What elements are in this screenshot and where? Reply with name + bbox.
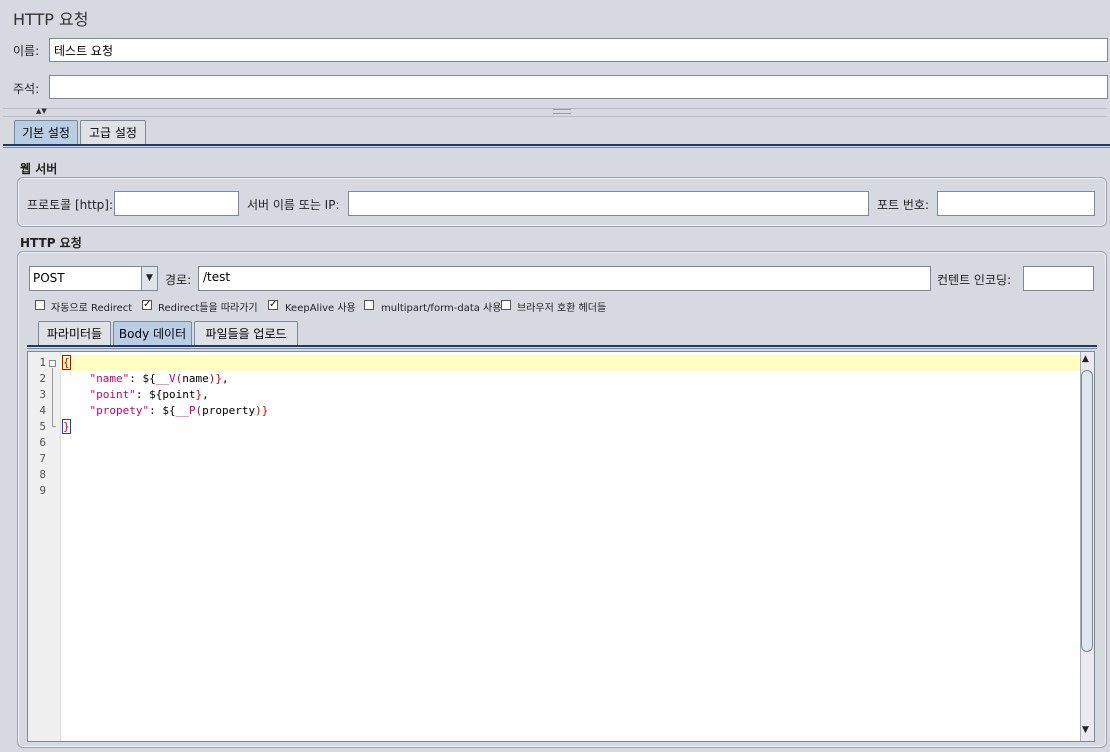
body-data-editor[interactable]: 1 2 3 4 5 6 7 8 9 { "name": ${__V(name)}…: [27, 351, 1095, 742]
path-input[interactable]: /test: [198, 266, 931, 291]
browser-headers-checkbox[interactable]: [501, 300, 511, 310]
fold-collapse-icon[interactable]: [49, 360, 56, 367]
web-server-title: 웹 서버: [20, 162, 58, 176]
server-label: 서버 이름 또는 IP:: [247, 198, 340, 212]
follow-redirects-label: Redirect들을 따라가기: [158, 303, 258, 314]
scroll-down-icon[interactable]: ▼: [1082, 725, 1089, 735]
fold-guide-end: [52, 426, 56, 427]
protocol-label: 프로토콜 [http]:: [27, 198, 114, 212]
browser-headers-label: 브라우저 호환 헤더들: [517, 303, 607, 314]
http-request-title: HTTP 요청: [20, 236, 82, 250]
line-number: 8: [39, 468, 46, 481]
chevron-down-icon[interactable]: ▼: [141, 267, 157, 290]
line-number: 7: [39, 452, 46, 465]
path-label: 경로:: [165, 273, 192, 287]
method-value: POST: [33, 271, 65, 285]
subtab-underline: [27, 345, 1097, 347]
tab-body-data[interactable]: Body 데이터: [113, 321, 192, 345]
tab-file-upload[interactable]: 파일들을 업로드: [194, 321, 298, 345]
splitter-arrows-icon[interactable]: ▲▼: [36, 107, 47, 115]
current-line-highlight: [60, 355, 1080, 371]
encoding-label: 컨텐트 인코딩:: [937, 273, 1012, 287]
code-line: "name": ${__V(name)},: [89, 372, 229, 385]
follow-redirects-checkbox[interactable]: ✓: [142, 300, 152, 310]
splitter-grip-icon[interactable]: [553, 109, 571, 114]
server-input[interactable]: [348, 191, 869, 216]
scroll-up-icon[interactable]: ▲: [1082, 354, 1089, 364]
protocol-input[interactable]: [114, 191, 239, 216]
tab-underline: [3, 144, 1110, 146]
line-number: 4: [39, 404, 46, 417]
tab-basic-settings[interactable]: 기본 설정: [14, 120, 78, 144]
line-number: 9: [39, 484, 46, 497]
line-number: 3: [39, 388, 46, 401]
scrollbar-thumb[interactable]: [1081, 370, 1093, 652]
tab-underline-2: [3, 147, 1110, 148]
port-label: 포트 번호:: [877, 198, 930, 212]
comment-input[interactable]: [49, 75, 1108, 99]
comment-label: 주석:: [13, 82, 40, 96]
line-number: 1: [39, 356, 46, 369]
multipart-label: multipart/form-data 사용: [381, 303, 502, 314]
splitter-line-2: [3, 116, 1107, 117]
auto-redirect-label: 자동으로 Redirect: [51, 303, 133, 314]
code-line: "propety": ${__P(property)}: [89, 404, 269, 417]
keepalive-label: KeepAlive 사용: [285, 303, 356, 314]
keepalive-checkbox[interactable]: ✓: [268, 300, 278, 310]
name-label: 이름:: [13, 44, 40, 58]
tab-parameters[interactable]: 파라미터들: [38, 321, 111, 345]
line-number: 2: [39, 372, 46, 385]
code-line: }: [62, 419, 71, 434]
fold-guide: [52, 368, 53, 426]
tab-advanced-settings[interactable]: 고급 설정: [80, 120, 146, 144]
code-line: "point": ${point},: [89, 388, 209, 401]
code-line: {: [62, 355, 71, 370]
line-number: 5: [39, 420, 46, 433]
line-number: 6: [39, 436, 46, 449]
subtab-underline-2: [27, 348, 1097, 349]
encoding-input[interactable]: [1023, 266, 1094, 291]
method-select[interactable]: POST: [29, 266, 158, 291]
multipart-checkbox[interactable]: [364, 300, 374, 310]
name-input[interactable]: 테스트 요청: [49, 38, 1108, 62]
auto-redirect-checkbox[interactable]: [35, 300, 45, 310]
page-title: HTTP 요청: [13, 10, 89, 29]
port-input[interactable]: [937, 191, 1095, 216]
